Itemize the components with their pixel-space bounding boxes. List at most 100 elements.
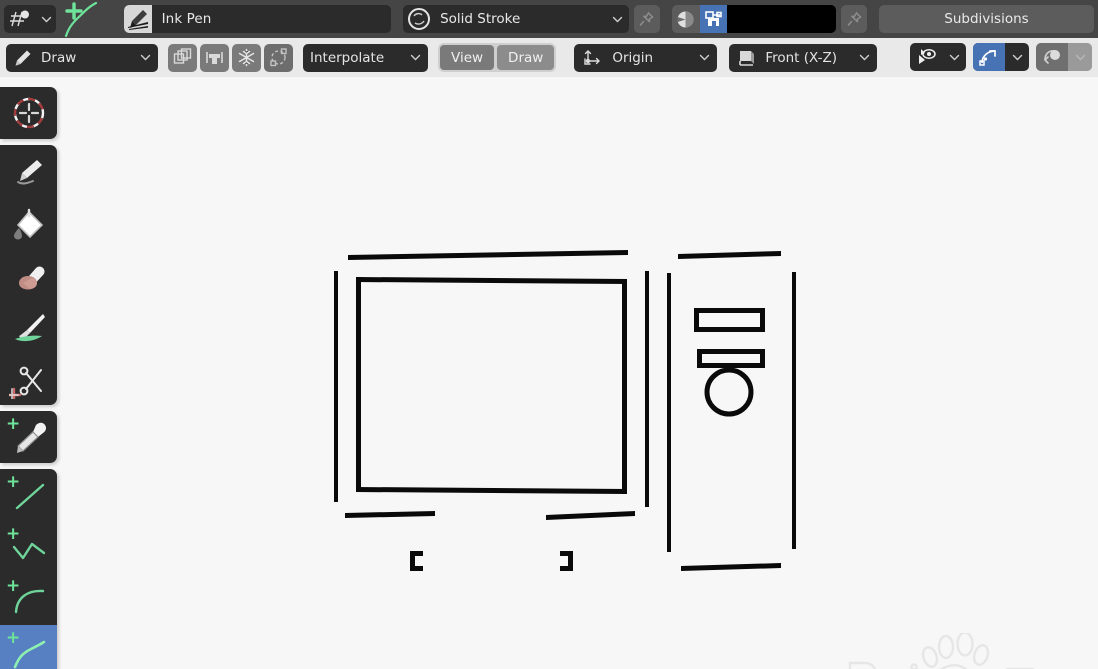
draw-mode-dropdown[interactable]: Draw (6, 43, 158, 72)
multiframe-editing-button[interactable] (200, 43, 229, 72)
chevron-down-icon (700, 54, 710, 61)
tool-draw[interactable] (0, 145, 57, 197)
freeze-snowflake-button[interactable] (232, 43, 261, 72)
snap-button[interactable] (1036, 43, 1068, 71)
drawing-plane-label: Front (X-Z) (765, 49, 837, 66)
tool-cursor[interactable] (0, 87, 57, 139)
tower-right-edge (792, 272, 796, 549)
stand-left-bracket (410, 551, 423, 571)
curve-tool-cursor-decoration (62, 0, 118, 38)
monitor-top-edge (348, 250, 628, 260)
tool-group-eyedropper: + (0, 411, 57, 463)
guides-curve-icon (979, 50, 996, 66)
stroke-visibility-split-button[interactable] (910, 43, 966, 71)
brush-name-label: Ink Pen (161, 11, 212, 27)
tool-cutter[interactable] (0, 353, 57, 405)
guides-dropdown-arrow[interactable] (1005, 43, 1029, 71)
snap-split-button[interactable] (1036, 43, 1092, 71)
proportional-editing-button[interactable] (264, 43, 293, 72)
paint-bucket-fill-icon (13, 208, 43, 240)
chevron-down-icon (1012, 54, 1022, 60)
chevron-down-icon (140, 54, 151, 61)
multiframe-editing-icon (206, 52, 223, 64)
origin-label: Origin (612, 49, 654, 66)
interpolate-dropdown[interactable]: Interpolate (303, 43, 428, 72)
axis-plane-icon (739, 50, 755, 66)
tool-arc[interactable]: + (0, 573, 57, 625)
material-color-mode-button[interactable] (699, 5, 728, 33)
tool-polyline[interactable]: + (0, 521, 57, 573)
monitor-bottom-left-edge (345, 511, 435, 518)
tool-settings-bar: Draw Interpolate View Draw Origin Front … (0, 38, 1098, 77)
tool-tint[interactable] (0, 301, 57, 353)
stroke-origin-dropdown[interactable]: Origin (574, 43, 718, 72)
chevron-down-icon (612, 16, 623, 22)
tool-group-primitives: + + + + (0, 469, 57, 669)
tower-power-button-circle (704, 367, 754, 417)
plus-icon: + (6, 414, 21, 434)
stroke-visibility-dropdown-arrow[interactable] (942, 43, 966, 71)
chevron-down-icon (1075, 54, 1085, 60)
drawing-plane-dropdown[interactable]: Front (X-Z) (729, 43, 878, 72)
frame-toggle-group (168, 43, 293, 72)
material-selector[interactable]: Solid Stroke (403, 5, 630, 33)
tool-group-paint (0, 145, 57, 405)
monitor-right-edge (645, 271, 649, 507)
tower-top-edge (678, 251, 781, 259)
placement-view-button[interactable]: View (440, 45, 495, 70)
brush-selector[interactable]: Ink Pen (123, 5, 392, 33)
plus-icon: + (6, 472, 21, 492)
vertex-color-group[interactable] (671, 5, 837, 33)
chevron-down-icon (41, 16, 51, 22)
tool-eyedropper[interactable]: + (0, 411, 57, 463)
material-pin-button[interactable] (634, 5, 660, 33)
tower-drive-bay-upper (694, 308, 765, 332)
stroke-placement-toggle-group: View Draw (438, 43, 557, 72)
transform-pivot-icon (584, 49, 601, 65)
stroke-color-swatch[interactable] (727, 5, 837, 33)
tool-line[interactable]: + (0, 469, 57, 521)
scissors-cutter-icon (8, 366, 42, 399)
pencil-draw-icon (16, 160, 42, 185)
subdivisions-button[interactable]: Subdivisions (878, 5, 1094, 33)
color-pin-button[interactable] (841, 5, 867, 33)
onion-skinning-button[interactable] (168, 43, 197, 72)
onion-skinning-icon (173, 48, 192, 64)
material-name-label: Solid Stroke (440, 11, 521, 27)
eraser-icon (18, 266, 44, 290)
snap-icon (1044, 49, 1060, 64)
monitor-left-edge (334, 271, 338, 502)
tower-bottom-edge (681, 563, 781, 571)
tool-group-cursor (0, 87, 57, 139)
tool-erase[interactable] (0, 249, 57, 301)
grease-pencil-header-bar: Ink Pen Solid Stroke Subdivisions (0, 0, 1098, 38)
chevron-down-icon (860, 54, 870, 61)
tool-sidebar: + + + + + (0, 87, 57, 669)
monitor-screen-rectangle (356, 277, 627, 494)
toolbar-right-cluster (910, 43, 1092, 71)
interpolate-label: Interpolate (310, 49, 385, 66)
material-sphere-icon (408, 8, 431, 30)
plus-icon: + (6, 524, 21, 544)
grease-pencil-object-icon (10, 10, 29, 27)
pin-icon (847, 11, 862, 26)
vertex-color-icon (677, 11, 694, 27)
material-key-icon (705, 10, 722, 26)
monitor-bottom-right-edge (546, 511, 635, 520)
blender-grease-pencil-window: jingyan.baidu.com (0, 0, 1098, 669)
pin-icon (640, 11, 655, 26)
plus-icon: + (6, 628, 21, 648)
guides-curve-button[interactable] (973, 43, 1005, 71)
stroke-placement-visibility-button[interactable] (910, 43, 942, 71)
tool-fill[interactable] (0, 197, 57, 249)
vertex-color-mode-button[interactable] (671, 5, 700, 33)
tool-curve[interactable]: + (0, 625, 57, 669)
grease-pencil-mode-dropdown[interactable] (4, 5, 56, 33)
guides-split-button[interactable] (973, 43, 1029, 71)
ink-pen-brush-preview (123, 5, 152, 33)
cursor-crosshair-icon (13, 97, 44, 129)
grease-pencil-drawing (334, 250, 796, 571)
snap-dropdown-arrow[interactable] (1068, 43, 1092, 71)
viewport-canvas[interactable]: jingyan.baidu.com (0, 77, 1098, 669)
placement-draw-button[interactable]: Draw (497, 45, 555, 70)
